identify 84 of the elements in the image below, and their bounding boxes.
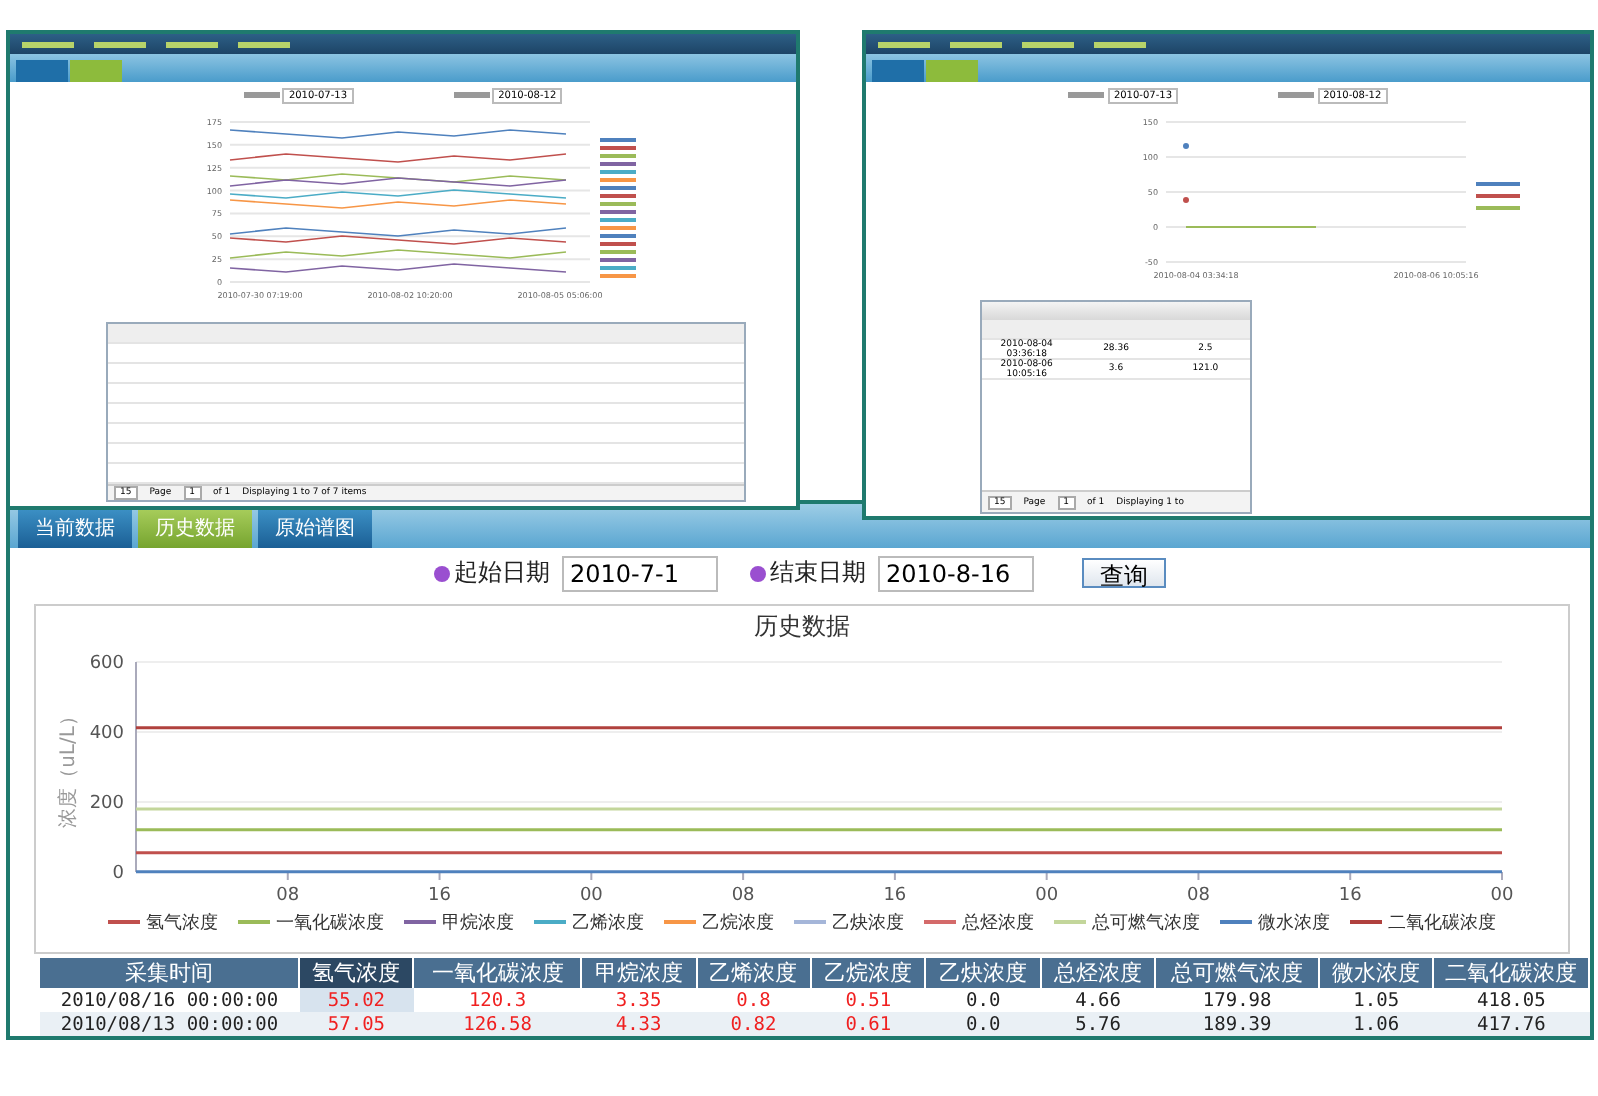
tab[interactable] <box>926 60 978 82</box>
legend-label: 总可燃气浓度 <box>1092 911 1200 936</box>
legend-drawing <box>1476 182 1520 210</box>
start-date-label: 起始日期 <box>454 556 550 591</box>
column-header: 总可燃气浓度 <box>1155 958 1319 988</box>
legend-swatch <box>1054 920 1086 925</box>
table-cell: 120.3 <box>413 988 582 1012</box>
table-cell: 0.51 <box>810 988 926 1012</box>
column-header: 总烃浓度 <box>1040 958 1156 988</box>
legend-swatch <box>238 920 270 925</box>
axis-label: 08 <box>731 885 755 906</box>
start-date-field[interactable]: 2010-7-1 <box>562 555 718 592</box>
points-drawing <box>1183 143 1317 228</box>
table-cell: 418.05 <box>1433 988 1589 1012</box>
tab[interactable]: 当前数据 <box>18 509 132 548</box>
legend-label: 一氧化碳浓度 <box>276 911 384 936</box>
column-header: 一氧化碳浓度 <box>413 958 582 988</box>
legend-swatch <box>794 920 826 925</box>
table-cell: 0.82 <box>696 1012 811 1036</box>
axis-label: 08 <box>1187 885 1210 906</box>
column-header: 氢气浓度 <box>299 958 414 988</box>
bullet-icon <box>434 565 450 582</box>
legend-label: 乙烷浓度 <box>702 911 774 936</box>
axis-label: 16 <box>428 885 451 906</box>
column-header: 乙烷浓度 <box>810 958 926 988</box>
tab[interactable] <box>872 60 924 82</box>
axis-title: 浓度（uL/L） <box>58 705 80 827</box>
table-cell: 4.66 <box>1040 988 1156 1012</box>
legend-label: 二氧化碳浓度 <box>1388 911 1496 936</box>
column-header: 微水浓度 <box>1318 958 1434 988</box>
legend-drawing <box>600 138 636 278</box>
legend-label: 甲烷浓度 <box>442 911 514 936</box>
axis-label: 00 <box>579 885 603 906</box>
axis-label: 00 <box>1035 885 1059 906</box>
legend-swatch <box>924 920 956 925</box>
query-button[interactable]: 查询 <box>1082 558 1166 589</box>
end-date-field[interactable]: 2010-8-16 <box>878 555 1034 592</box>
column-header: 采集时间 <box>40 958 299 988</box>
axis-label: 200 <box>89 793 124 814</box>
legend-swatch <box>534 920 566 925</box>
table-cell: 3.35 <box>581 988 697 1012</box>
axis-label: 16 <box>883 885 907 906</box>
table-cell: 0.8 <box>696 988 811 1012</box>
table-cell: 2010/08/16 00:00:00 <box>40 988 299 1012</box>
table-cell: 4.33 <box>581 1012 697 1036</box>
legend-swatch <box>664 920 696 925</box>
column-header: 乙烯浓度 <box>696 958 811 988</box>
legend-label: 氢气浓度 <box>146 911 218 936</box>
legend-swatch <box>108 920 140 925</box>
table-cell: 0.0 <box>925 988 1041 1012</box>
tab[interactable] <box>16 60 68 82</box>
axis-label: 400 <box>89 723 124 744</box>
legend-label: 乙烯浓度 <box>572 911 644 936</box>
column-header: 乙炔浓度 <box>925 958 1041 988</box>
axis-label: 16 <box>1338 885 1362 906</box>
table-cell: 55.02 <box>299 988 414 1012</box>
table-cell: 0.0 <box>925 1012 1041 1036</box>
tab[interactable] <box>70 60 122 82</box>
legend-label: 总烃浓度 <box>962 911 1034 936</box>
legend-swatch <box>404 920 436 925</box>
table-cell: 126.58 <box>413 1012 582 1036</box>
table-cell: 179.98 <box>1155 988 1319 1012</box>
legend-label: 乙炔浓度 <box>832 911 904 936</box>
table-cell: 417.76 <box>1433 1012 1589 1036</box>
table-cell: 57.05 <box>299 1012 414 1036</box>
legend-swatch <box>1220 920 1252 925</box>
column-header: 甲烷浓度 <box>581 958 697 988</box>
table-cell: 2010/08/13 00:00:00 <box>40 1012 299 1036</box>
chart-title: 历史数据 <box>754 609 850 642</box>
table-cell: 0.61 <box>810 1012 926 1036</box>
end-date-label: 结束日期 <box>770 556 866 591</box>
axis-label: 08 <box>276 885 300 906</box>
legend-label: 微水浓度 <box>1258 911 1330 936</box>
legend-swatch <box>1350 920 1382 925</box>
axis-label: 0 <box>112 863 124 884</box>
tab[interactable]: 原始谱图 <box>258 509 372 548</box>
table-cell: 1.05 <box>1318 988 1434 1012</box>
bullet-icon <box>750 565 766 582</box>
column-header: 二氧化碳浓度 <box>1433 958 1589 988</box>
table-cell: 189.39 <box>1155 1012 1319 1036</box>
table-cell: 5.76 <box>1040 1012 1156 1036</box>
table-cell: 1.06 <box>1318 1012 1434 1036</box>
axis-label: 600 <box>89 653 124 674</box>
axis-label: 00 <box>1490 885 1514 906</box>
